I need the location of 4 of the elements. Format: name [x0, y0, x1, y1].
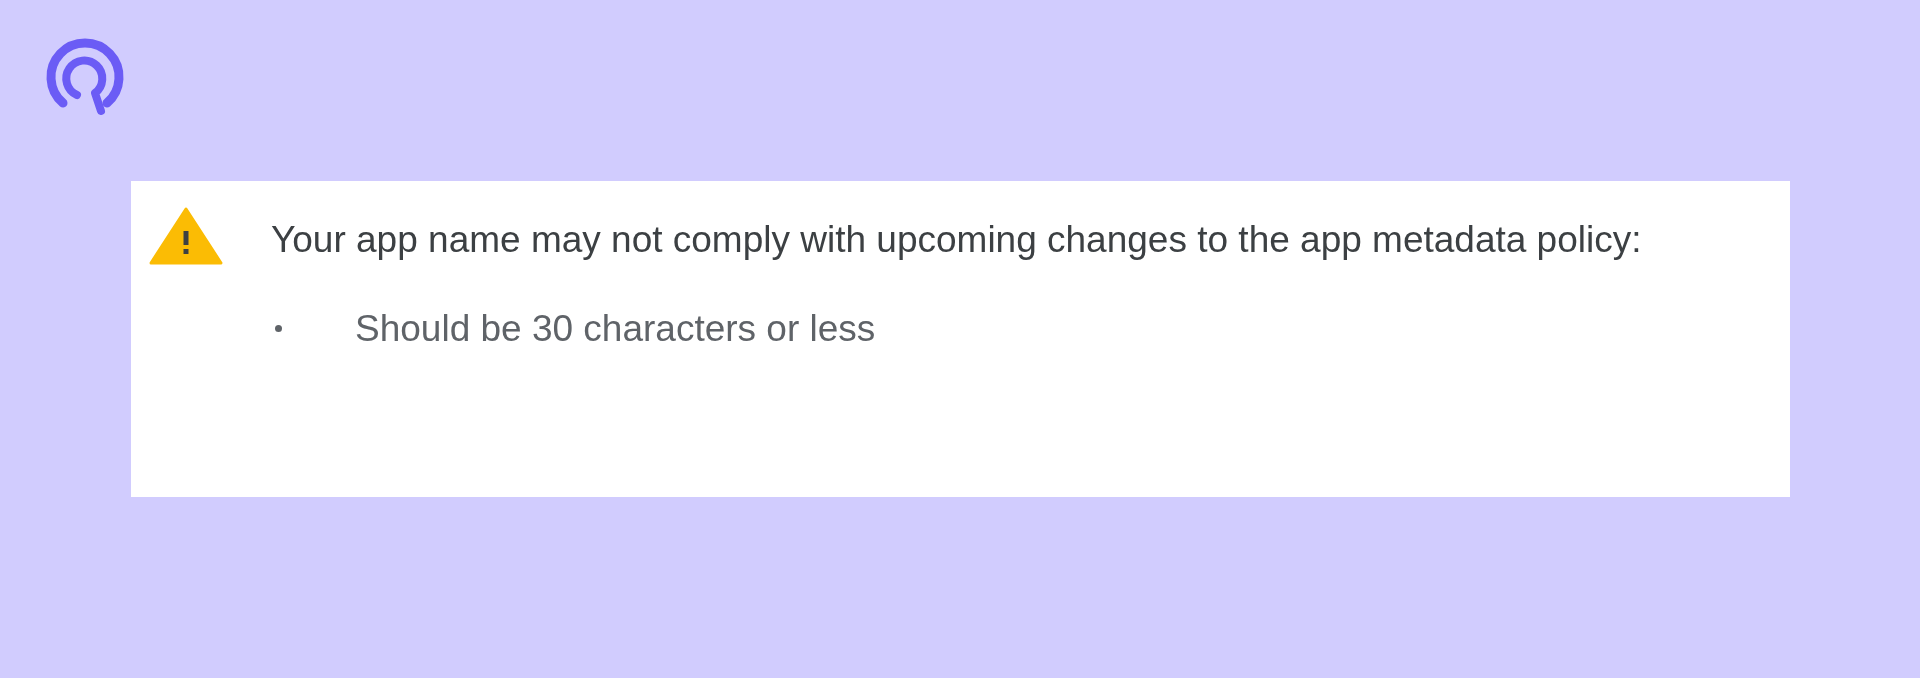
requirement-text: Should be 30 characters or less — [355, 307, 876, 351]
warning-icon — [149, 207, 223, 265]
warning-message: Your app name may not comply with upcoming changes to the app metadata policy: — [271, 218, 1642, 262]
bullet-icon — [275, 325, 282, 332]
